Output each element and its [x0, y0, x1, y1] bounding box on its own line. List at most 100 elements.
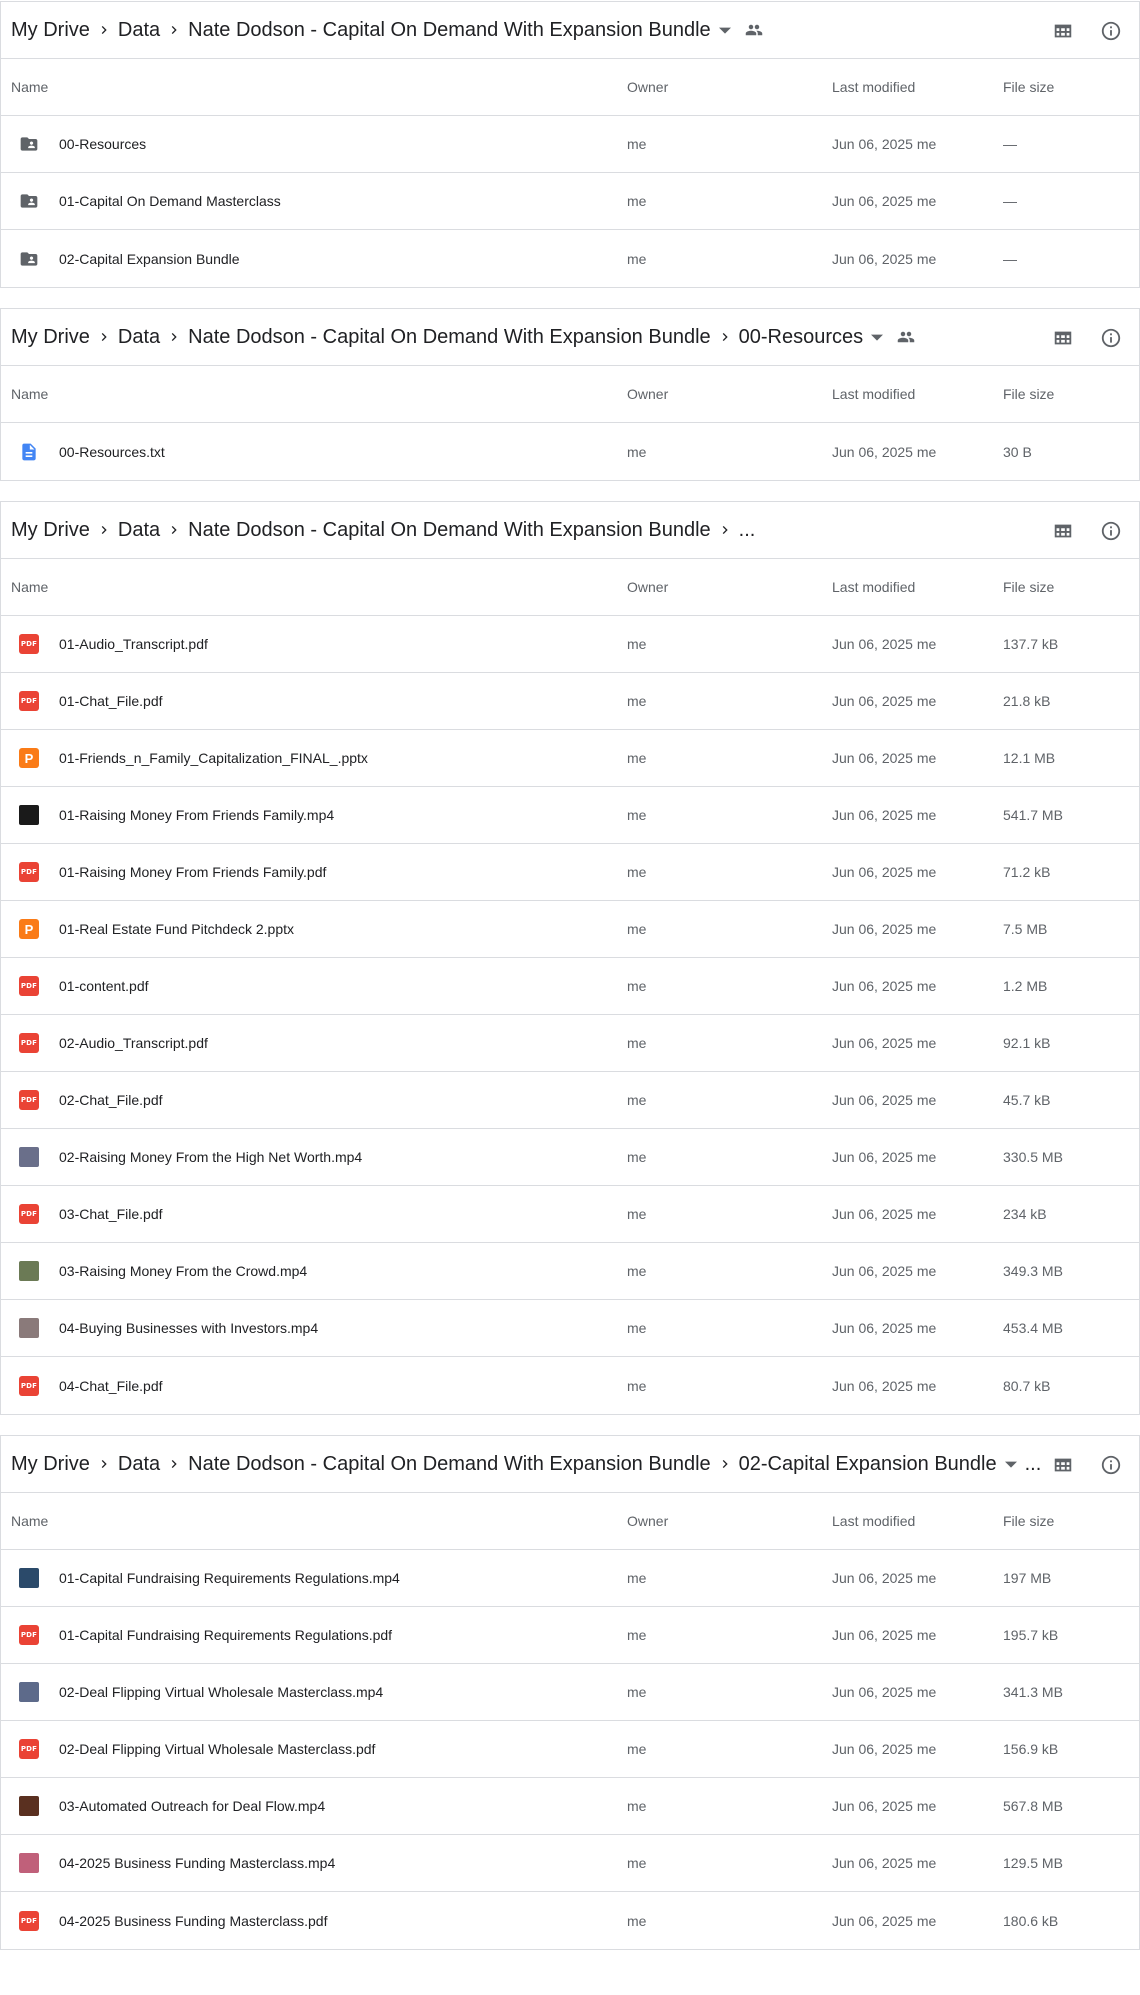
file-row[interactable]: 03-Automated Outreach for Deal Flow.mp4 m… [1, 1778, 1139, 1835]
file-row[interactable]: 01-Capital Fundraising Requirements Regu… [1, 1550, 1139, 1607]
column-name[interactable]: Name [11, 579, 48, 595]
breadcrumb-item[interactable]: My Drive [11, 19, 90, 42]
file-row[interactable]: PDF 04-2025 Business Funding Masterclass.… [1, 1892, 1139, 1949]
column-last-modified[interactable]: Last modified [832, 386, 915, 402]
breadcrumb-item[interactable]: My Drive [11, 326, 90, 349]
file-name[interactable]: 01-content.pdf [59, 978, 149, 994]
file-row[interactable]: PDF 01-Raising Money From Friends Family.… [1, 844, 1139, 901]
file-name[interactable]: 02-Chat_File.pdf [59, 1092, 163, 1108]
file-name[interactable]: 01-Capital Fundraising Requirements Regu… [59, 1570, 400, 1586]
file-row[interactable]: 00-Resources me Jun 06, 2025 me — [1, 116, 1139, 173]
breadcrumb-item[interactable]: Nate Dodson - Capital On Demand With Exp… [188, 326, 711, 349]
pdf-icon: PDF [11, 1374, 47, 1398]
breadcrumb-item[interactable]: Nate Dodson - Capital On Demand With Exp… [188, 1453, 711, 1476]
info-icon[interactable] [1095, 515, 1127, 547]
file-name[interactable]: 02-Deal Flipping Virtual Wholesale Maste… [59, 1741, 375, 1757]
file-row[interactable]: 04-2025 Business Funding Masterclass.mp4… [1, 1835, 1139, 1892]
file-name[interactable]: 01-Real Estate Fund Pitchdeck 2.pptx [59, 921, 294, 937]
file-name-cell: PDF 02-Chat_File.pdf [11, 1088, 163, 1112]
file-size-cell: 21.8 kB [1003, 693, 1051, 709]
file-row[interactable]: PDF 01-Audio_Transcript.pdf me Jun 06, 2025… [1, 616, 1139, 673]
grid-view-icon[interactable] [1047, 15, 1079, 47]
file-name[interactable]: 00-Resources [59, 136, 146, 152]
column-name[interactable]: Name [11, 1513, 48, 1529]
breadcrumb-item[interactable]: Nate Dodson - Capital On Demand With Exp… [188, 19, 711, 42]
info-icon[interactable] [1095, 322, 1127, 354]
column-name[interactable]: Name [11, 386, 48, 402]
file-name[interactable]: 01-Capital On Demand Masterclass [59, 193, 281, 209]
file-name[interactable]: 02-Audio_Transcript.pdf [59, 1035, 208, 1051]
file-row[interactable]: 03-Raising Money From the Crowd.mp4 me Jun… [1, 1243, 1139, 1300]
column-file-size[interactable]: File size [1003, 1513, 1054, 1529]
owner-cell: me [627, 250, 647, 267]
file-row[interactable]: PDF 03-Chat_File.pdf me Jun 06, 2025 me 234 … [1, 1186, 1139, 1243]
file-name[interactable]: 02-Raising Money From the High Net Worth… [59, 1149, 362, 1165]
column-file-size[interactable]: File size [1003, 79, 1054, 95]
breadcrumb-item[interactable]: 00-Resources [739, 326, 864, 349]
file-name[interactable]: 01-Raising Money From Friends Family.pdf [59, 864, 326, 880]
column-name[interactable]: Name [11, 79, 48, 95]
breadcrumb-item[interactable]: My Drive [11, 1453, 90, 1476]
file-name[interactable]: 04-2025 Business Funding Masterclass.pdf [59, 1913, 327, 1929]
file-name[interactable]: 03-Automated Outreach for Deal Flow.mp4 [59, 1798, 325, 1814]
file-row[interactable]: 01-Capital On Demand Masterclass me Jun 06… [1, 173, 1139, 230]
column-file-size[interactable]: File size [1003, 579, 1054, 595]
chevron-right-icon [160, 522, 188, 538]
dropdown-arrow-icon[interactable] [997, 1458, 1025, 1470]
column-last-modified[interactable]: Last modified [832, 579, 915, 595]
file-name[interactable]: 01-Friends_n_Family_Capitalization_FINAL… [59, 750, 368, 766]
breadcrumb-item[interactable]: Data [118, 1453, 160, 1476]
dropdown-arrow-icon[interactable] [863, 331, 891, 343]
file-name[interactable]: 04-2025 Business Funding Masterclass.mp4 [59, 1855, 335, 1871]
file-row[interactable]: P 01-Friends_n_Family_Capitalization_FINA… [1, 730, 1139, 787]
breadcrumb-item[interactable]: Nate Dodson - Capital On Demand With Exp… [188, 519, 711, 542]
dropdown-arrow-icon[interactable] [711, 24, 739, 36]
column-last-modified[interactable]: Last modified [832, 1513, 915, 1529]
last-modified-cell: Jun 06, 2025 me [832, 1741, 937, 1757]
column-owner[interactable]: Owner [627, 579, 668, 595]
file-row[interactable]: PDF 01-Capital Fundraising Requirements R… [1, 1607, 1139, 1664]
column-file-size[interactable]: File size [1003, 386, 1054, 402]
breadcrumb-item[interactable]: Data [118, 326, 160, 349]
file-row[interactable]: 01-Raising Money From Friends Family.mp4… [1, 787, 1139, 844]
file-row[interactable]: 00-Resources.txt me Jun 06, 2025 me 30 B [1, 423, 1139, 480]
info-icon[interactable] [1095, 15, 1127, 47]
file-name[interactable]: 03-Raising Money From the Crowd.mp4 [59, 1263, 307, 1279]
breadcrumb-item[interactable]: 02-Capital Expansion Bundle [739, 1453, 997, 1476]
breadcrumb-item[interactable]: Data [118, 19, 160, 42]
breadcrumb-overflow[interactable]: ... [1025, 1453, 1042, 1476]
breadcrumb-item[interactable]: Data [118, 519, 160, 542]
column-owner[interactable]: Owner [627, 386, 668, 402]
info-icon[interactable] [1095, 1449, 1127, 1481]
file-name[interactable]: 01-Capital Fundraising Requirements Regu… [59, 1627, 392, 1643]
breadcrumb-item[interactable]: My Drive [11, 519, 90, 542]
file-name[interactable]: 00-Resources.txt [59, 444, 165, 460]
grid-view-icon[interactable] [1047, 1449, 1079, 1481]
file-name[interactable]: 01-Raising Money From Friends Family.mp4 [59, 807, 334, 823]
grid-view-icon[interactable] [1047, 515, 1079, 547]
file-name[interactable]: 01-Audio_Transcript.pdf [59, 636, 208, 652]
breadcrumb-overflow[interactable]: ... [739, 519, 756, 542]
column-last-modified[interactable]: Last modified [832, 79, 915, 95]
file-row[interactable]: PDF 01-content.pdf me Jun 06, 2025 me 1.2 MB [1, 958, 1139, 1015]
file-row[interactable]: 04-Buying Businesses with Investors.mp4 m… [1, 1300, 1139, 1357]
file-name[interactable]: 02-Deal Flipping Virtual Wholesale Maste… [59, 1684, 383, 1700]
file-row[interactable]: 02-Raising Money From the High Net Worth… [1, 1129, 1139, 1186]
file-row[interactable]: P 01-Real Estate Fund Pitchdeck 2.pptx me J… [1, 901, 1139, 958]
column-owner[interactable]: Owner [627, 1513, 668, 1529]
file-name[interactable]: 04-Chat_File.pdf [59, 1378, 163, 1394]
file-row[interactable]: 02-Capital Expansion Bundle me Jun 06, 202… [1, 230, 1139, 287]
file-row[interactable]: PDF 01-Chat_File.pdf me Jun 06, 2025 me 21.8… [1, 673, 1139, 730]
file-name[interactable]: 03-Chat_File.pdf [59, 1206, 163, 1222]
file-name[interactable]: 04-Buying Businesses with Investors.mp4 [59, 1320, 318, 1336]
file-row[interactable]: 02-Deal Flipping Virtual Wholesale Maste… [1, 1664, 1139, 1721]
column-owner[interactable]: Owner [627, 79, 668, 95]
file-name[interactable]: 01-Chat_File.pdf [59, 693, 163, 709]
file-row[interactable]: PDF 02-Deal Flipping Virtual Wholesale Ma… [1, 1721, 1139, 1778]
file-row[interactable]: PDF 02-Audio_Transcript.pdf me Jun 06, 2025… [1, 1015, 1139, 1072]
file-name[interactable]: 02-Capital Expansion Bundle [59, 251, 240, 267]
column-header-row: Name Owner Last modified File size [1, 59, 1139, 116]
file-row[interactable]: PDF 04-Chat_File.pdf me Jun 06, 2025 me 80.7… [1, 1357, 1139, 1414]
file-row[interactable]: PDF 02-Chat_File.pdf me Jun 06, 2025 me 45.7… [1, 1072, 1139, 1129]
grid-view-icon[interactable] [1047, 322, 1079, 354]
